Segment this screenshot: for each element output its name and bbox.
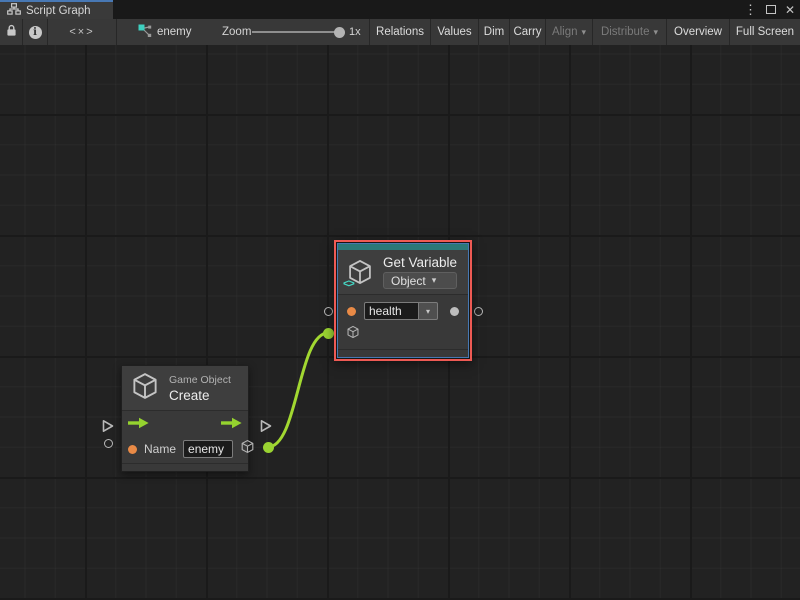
port-object-input-connected[interactable]	[323, 328, 334, 339]
object-input-icon[interactable]	[346, 325, 360, 344]
distribute-dropdown-button[interactable]: Distribute▾	[592, 19, 666, 45]
port-game-object-output-connected[interactable]	[263, 442, 274, 453]
code-brackets-icon: <>	[343, 278, 354, 290]
port-variable-name-input[interactable]	[324, 307, 333, 316]
values-button[interactable]: Values	[430, 19, 478, 45]
tab-title: Script Graph	[26, 5, 91, 17]
window-controls: ⋮ ✕	[744, 0, 795, 19]
chevron-down-icon: ▾	[426, 307, 430, 316]
zoom-value: 1x	[349, 19, 361, 45]
port-name-input[interactable]	[104, 439, 113, 448]
port-value-output[interactable]	[474, 307, 483, 316]
graph-ref-label: enemy	[157, 26, 192, 38]
fullscreen-button[interactable]: Full Screen	[729, 19, 800, 45]
control-output-arrow-icon[interactable]	[221, 416, 242, 434]
lock-button[interactable]	[0, 19, 23, 45]
code-icon: <×>	[69, 26, 94, 38]
script-graph-icon	[7, 2, 21, 20]
control-input-arrow-icon[interactable]	[128, 416, 149, 434]
name-label: Name	[144, 442, 176, 456]
info-icon: i	[29, 26, 42, 39]
graph-ref-icon	[138, 24, 152, 40]
zoom-slider-track[interactable]	[252, 31, 340, 33]
variable-name-field[interactable]	[364, 302, 419, 320]
code-view-button[interactable]: <×>	[48, 19, 117, 45]
lock-icon	[6, 24, 17, 40]
chevron-down-icon: ▾	[582, 27, 587, 38]
overview-button[interactable]: Overview	[666, 19, 729, 45]
zoom-slider-knob[interactable]	[334, 27, 345, 38]
carry-button[interactable]: Carry	[509, 19, 545, 45]
port-control-input[interactable]	[102, 419, 114, 433]
name-input-port-dot[interactable]	[128, 445, 137, 454]
more-options-icon[interactable]: ⋮	[744, 3, 757, 16]
node-get-variable-selected[interactable]: <> Get Variable Object ▾	[334, 240, 472, 361]
node-body: Name	[122, 410, 248, 463]
graph-toolbar: i <×> enemy Zoom 1x Relations Values Dim	[0, 19, 800, 45]
node-category: Game Object	[169, 374, 231, 386]
value-output-port-dot[interactable]	[450, 307, 459, 316]
node-header: Game Object Create	[122, 366, 248, 410]
dim-button[interactable]: Dim	[478, 19, 509, 45]
variable-name-dropdown[interactable]: ▾	[419, 302, 438, 320]
node-body: ▾	[338, 294, 468, 349]
variable-scope-dropdown[interactable]: Object ▾	[383, 272, 457, 289]
variable-name-port-dot[interactable]	[347, 307, 356, 316]
maximize-icon[interactable]	[766, 5, 776, 14]
relations-button[interactable]: Relations	[369, 19, 430, 45]
variable-object-icon: <>	[346, 258, 374, 286]
node-create-game-object[interactable]: Game Object Create	[121, 365, 249, 472]
tab-bar: Script Graph ⋮ ✕	[0, 0, 800, 19]
selection-inner-border: <> Get Variable Object ▾	[337, 243, 469, 358]
toolbar-buttons: Relations Values Dim Carry Align▾ Distri…	[369, 19, 800, 45]
game-object-cube-icon	[130, 371, 160, 406]
node-header: <> Get Variable Object ▾	[338, 250, 468, 294]
game-object-output-icon[interactable]	[240, 439, 255, 459]
chevron-down-icon: ▾	[654, 27, 659, 38]
chevron-down-icon: ▾	[432, 275, 437, 286]
zoom-label: Zoom	[222, 19, 251, 45]
graph-reference-button[interactable]: enemy	[138, 19, 192, 45]
node-title: Create	[169, 388, 231, 403]
node-title: Get Variable	[383, 255, 457, 270]
port-control-output[interactable]	[260, 419, 272, 433]
node-footer	[338, 349, 468, 357]
align-dropdown-button[interactable]: Align▾	[545, 19, 592, 45]
info-button[interactable]: i	[23, 19, 48, 45]
close-icon[interactable]: ✕	[785, 4, 795, 16]
name-input-field[interactable]	[183, 440, 233, 458]
tab-script-graph[interactable]: Script Graph	[0, 0, 113, 19]
script-graph-window: Script Graph ⋮ ✕ i <×>	[0, 0, 800, 600]
graph-canvas[interactable]: Game Object Create	[0, 45, 800, 600]
node-footer	[122, 463, 248, 471]
